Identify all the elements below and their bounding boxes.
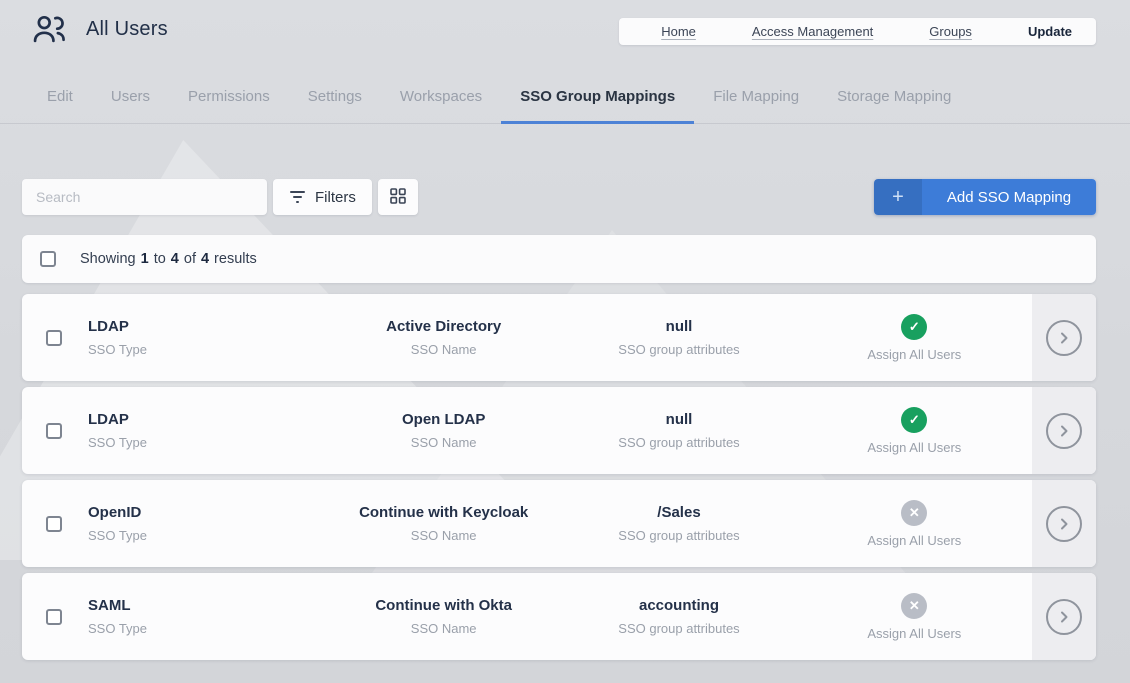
sso-name-value: Active Directory xyxy=(386,318,501,335)
row-expand-button[interactable] xyxy=(1032,480,1096,567)
assign-status-icon: ✓✕ xyxy=(901,500,927,526)
sso-name-label: SSO Name xyxy=(411,621,477,636)
row-expand-button[interactable] xyxy=(1032,387,1096,474)
tab-permissions[interactable]: Permissions xyxy=(169,80,289,124)
assign-label: Assign All Users xyxy=(867,533,961,548)
sso-mapping-list: Showing 1 to 4 of 4 results LDAP SSO Typ… xyxy=(0,215,1130,660)
sso-type-label: SSO Type xyxy=(88,435,147,450)
toolbar: Filters + Add SSO Mapping xyxy=(0,124,1130,215)
plus-icon: + xyxy=(874,179,922,215)
results-header: Showing 1 to 4 of 4 results xyxy=(22,235,1096,283)
chevron-right-icon xyxy=(1046,506,1082,542)
sso-type-value: OpenID xyxy=(88,504,141,521)
tab-settings[interactable]: Settings xyxy=(289,80,381,124)
assign-label: Assign All Users xyxy=(867,626,961,641)
sso-type-label: SSO Type xyxy=(88,342,147,357)
sso-name-label: SSO Name xyxy=(411,435,477,450)
assign-status-icon: ✓✕ xyxy=(901,314,927,340)
search-input[interactable] xyxy=(22,179,267,215)
results-count: Showing 1 to 4 of 4 results xyxy=(80,251,257,267)
tab-storage-mapping[interactable]: Storage Mapping xyxy=(818,80,970,124)
breadcrumb: Home Access Management Groups Update xyxy=(619,18,1096,45)
sso-name-value: Continue with Okta xyxy=(375,597,512,614)
sso-type-value: LDAP xyxy=(88,318,129,335)
filters-button[interactable]: Filters xyxy=(273,179,372,215)
sso-type-label: SSO Type xyxy=(88,528,147,543)
page-title: All Users xyxy=(86,18,168,41)
row-checkbox[interactable] xyxy=(46,423,62,439)
tab-bar: Edit Users Permissions Settings Workspac… xyxy=(0,54,1130,124)
table-row: LDAP SSO Type Active Directory SSO Name … xyxy=(22,294,1096,381)
row-checkbox[interactable] xyxy=(46,516,62,532)
chevron-right-icon xyxy=(1046,320,1082,356)
app-header: All Users Home Access Management Groups … xyxy=(0,0,1130,54)
sso-type-label: SSO Type xyxy=(88,621,147,636)
add-sso-mapping-label: Add SSO Mapping xyxy=(922,179,1096,215)
assign-label: Assign All Users xyxy=(867,347,961,362)
breadcrumb-groups[interactable]: Groups xyxy=(901,24,1000,39)
table-row: OpenID SSO Type Continue with Keycloak S… xyxy=(22,480,1096,567)
row-checkbox[interactable] xyxy=(46,609,62,625)
breadcrumb-home[interactable]: Home xyxy=(633,24,724,39)
grid-icon xyxy=(389,187,407,208)
tab-edit[interactable]: Edit xyxy=(28,80,92,124)
breadcrumb-update: Update xyxy=(1000,24,1082,39)
sso-attr-value: /Sales xyxy=(657,504,700,521)
add-sso-mapping-button[interactable]: + Add SSO Mapping xyxy=(874,179,1096,215)
sso-name-value: Continue with Keycloak xyxy=(359,504,528,521)
sso-type-value: SAML xyxy=(88,597,131,614)
tab-file-mapping[interactable]: File Mapping xyxy=(694,80,818,124)
sso-attr-label: SSO group attributes xyxy=(618,528,739,543)
sso-attr-value: accounting xyxy=(639,597,719,614)
sso-type-value: LDAP xyxy=(88,411,129,428)
filters-label: Filters xyxy=(315,189,356,206)
sso-attr-label: SSO group attributes xyxy=(618,342,739,357)
grid-view-button[interactable] xyxy=(378,179,418,215)
assign-status-icon: ✓✕ xyxy=(901,593,927,619)
filter-icon xyxy=(289,191,305,203)
tab-sso-group-mappings[interactable]: SSO Group Mappings xyxy=(501,80,694,124)
sso-name-label: SSO Name xyxy=(411,528,477,543)
table-row: SAML SSO Type Continue with Okta SSO Nam… xyxy=(22,573,1096,660)
row-expand-button[interactable] xyxy=(1032,573,1096,660)
row-expand-button[interactable] xyxy=(1032,294,1096,381)
assign-status-icon: ✓✕ xyxy=(901,407,927,433)
users-icon xyxy=(30,10,68,48)
breadcrumb-access-management[interactable]: Access Management xyxy=(724,24,901,39)
sso-attr-value: null xyxy=(666,411,693,428)
sso-name-label: SSO Name xyxy=(411,342,477,357)
sso-attr-value: null xyxy=(666,318,693,335)
select-all-checkbox[interactable] xyxy=(40,251,56,267)
sso-attr-label: SSO group attributes xyxy=(618,621,739,636)
sso-name-value: Open LDAP xyxy=(402,411,485,428)
tab-workspaces[interactable]: Workspaces xyxy=(381,80,501,124)
row-checkbox[interactable] xyxy=(46,330,62,346)
table-row: LDAP SSO Type Open LDAP SSO Name null SS… xyxy=(22,387,1096,474)
assign-label: Assign All Users xyxy=(867,440,961,455)
chevron-right-icon xyxy=(1046,599,1082,635)
tab-users[interactable]: Users xyxy=(92,80,169,124)
chevron-right-icon xyxy=(1046,413,1082,449)
sso-attr-label: SSO group attributes xyxy=(618,435,739,450)
